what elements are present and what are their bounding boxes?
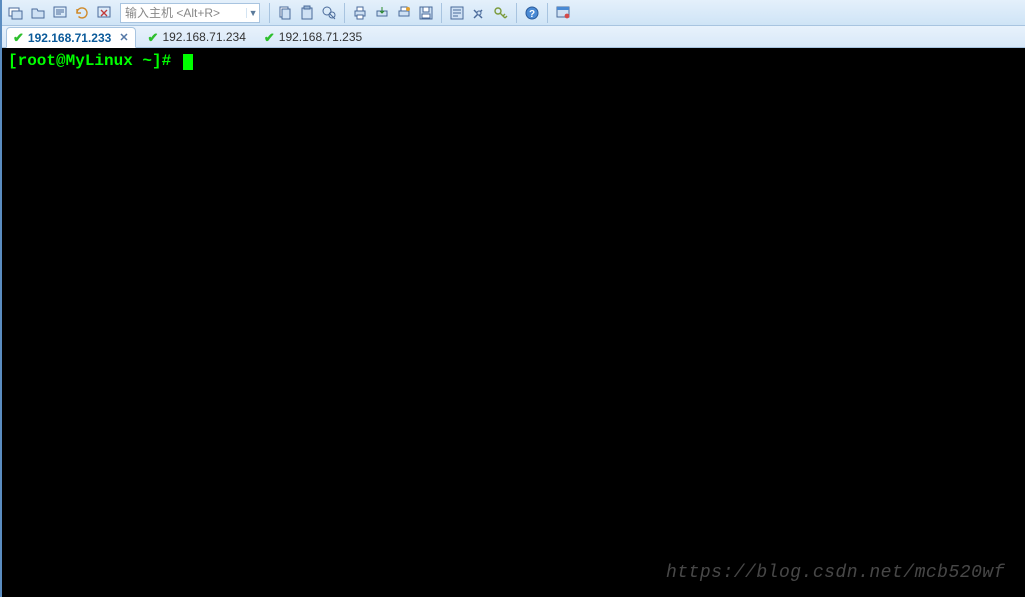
- close-tab-icon[interactable]: ✕: [119, 31, 128, 44]
- fullscreen-icon[interactable]: [553, 3, 573, 23]
- terminal-area[interactable]: [root@MyLinux ~]# https://blog.csdn.net/…: [2, 48, 1025, 597]
- save-icon[interactable]: [416, 3, 436, 23]
- connected-check-icon: ✔: [264, 31, 275, 44]
- session-tab-bar: ✔ 192.168.71.233 ✕ ✔ 192.168.71.234 ✔ 19…: [2, 26, 1025, 48]
- toolbar-separator: [269, 3, 270, 23]
- shell-prompt: [root@MyLinux ~]#: [8, 52, 171, 70]
- print-icon[interactable]: [350, 3, 370, 23]
- help-icon[interactable]: ?: [522, 3, 542, 23]
- settings-icon[interactable]: [469, 3, 489, 23]
- cursor-block-icon: [183, 54, 193, 70]
- toolbar-separator: [516, 3, 517, 23]
- find-icon[interactable]: [319, 3, 339, 23]
- toolbar-separator: [344, 3, 345, 23]
- log-icon[interactable]: [394, 3, 414, 23]
- connected-check-icon: ✔: [148, 31, 159, 44]
- toolbar-separator: [547, 3, 548, 23]
- disconnect-icon[interactable]: [94, 3, 114, 23]
- host-combobox[interactable]: ▼: [120, 3, 260, 23]
- reconnect-icon[interactable]: [72, 3, 92, 23]
- paste-icon[interactable]: [297, 3, 317, 23]
- session-tab[interactable]: ✔ 192.168.71.233 ✕: [6, 27, 136, 48]
- session-tab-label: 192.168.71.234: [162, 30, 245, 44]
- key-icon[interactable]: [491, 3, 511, 23]
- host-input[interactable]: [121, 4, 246, 22]
- session-tab-label: 192.168.71.233: [28, 31, 111, 45]
- session-icon[interactable]: [6, 3, 26, 23]
- session-tab[interactable]: ✔ 192.168.71.235: [258, 27, 368, 47]
- session-tab-label: 192.168.71.235: [279, 30, 362, 44]
- connected-check-icon: ✔: [13, 31, 24, 44]
- open-icon[interactable]: [28, 3, 48, 23]
- properties-icon[interactable]: [447, 3, 467, 23]
- watermark-text: https://blog.csdn.net/mcb520wf: [666, 563, 1005, 583]
- transfer-icon[interactable]: [372, 3, 392, 23]
- copy-icon[interactable]: [275, 3, 295, 23]
- session-tab[interactable]: ✔ 192.168.71.234: [142, 27, 252, 47]
- connect-icon[interactable]: [50, 3, 70, 23]
- terminal-output: [root@MyLinux ~]#: [2, 48, 1025, 75]
- main-toolbar: ▼ ?: [2, 0, 1025, 26]
- svg-text:?: ?: [529, 9, 535, 20]
- host-dropdown-icon[interactable]: ▼: [246, 8, 259, 18]
- toolbar-separator: [441, 3, 442, 23]
